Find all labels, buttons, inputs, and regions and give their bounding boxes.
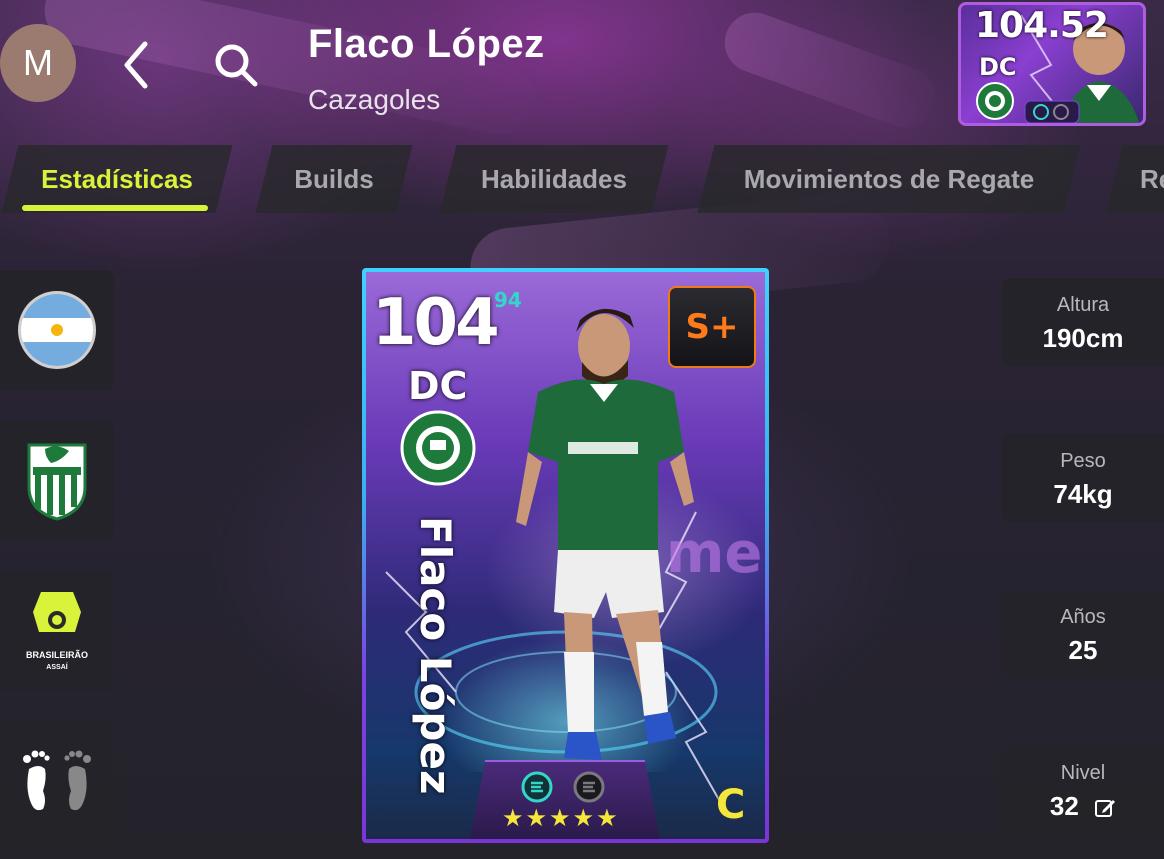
stat-age: Años 25 — [1002, 590, 1164, 678]
mini-card-rating: 104.52 — [975, 5, 1109, 46]
player-card[interactable]: me 104 94 DC Flaco López S+ ★★★★★ C — [362, 268, 769, 843]
grade-badge: S+ — [668, 286, 756, 368]
background-streak — [716, 4, 944, 136]
stat-level[interactable]: Nivel 32 — [1002, 746, 1164, 834]
card-position: DC — [408, 364, 468, 408]
stat-height: Altura 190cm — [1002, 278, 1164, 366]
league-sponsor-text: ASSAÍ — [46, 662, 68, 671]
stat-value: 25 — [1068, 635, 1098, 665]
tab-label: Re — [1140, 163, 1164, 194]
search-button[interactable] — [212, 38, 260, 92]
avatar-letter: M — [23, 42, 53, 83]
edit-icon[interactable] — [1094, 797, 1116, 819]
star-rating: ★★★★★ — [502, 805, 620, 832]
player-playstyle: Cazagoles — [308, 84, 441, 115]
skill-boost-icon — [521, 771, 553, 803]
tab-label: Estadísticas — [41, 163, 193, 194]
tab-habilidades[interactable]: Habilidades — [439, 145, 669, 213]
card-player-name: Flaco López — [411, 516, 460, 795]
grade-text: S+ — [685, 307, 739, 347]
tab-estadisticas[interactable]: Estadísticas — [1, 145, 233, 213]
footedness-icon — [23, 750, 91, 811]
tab-builds[interactable]: Builds — [255, 145, 413, 213]
league-tile[interactable]: BRASILEIRÃO ASSAÍ — [0, 571, 114, 691]
stat-label: Altura — [1056, 294, 1110, 316]
tab-more[interactable]: Re — [1105, 145, 1164, 213]
barra-club-crest-icon — [27, 443, 87, 521]
palmeiras-crest-icon — [400, 410, 476, 486]
stat-label: Años — [1060, 606, 1106, 628]
league-name-text: BRASILEIRÃO — [26, 650, 88, 660]
stat-value: 190cm — [1042, 323, 1124, 353]
search-icon — [215, 44, 258, 87]
palmeiras-crest-icon — [976, 82, 1014, 120]
argentina-flag-icon — [18, 291, 96, 369]
mini-player-card[interactable]: 104.52 DC — [958, 2, 1146, 126]
card-base-rating: 94 — [494, 288, 522, 312]
player-name: Flaco López — [308, 22, 545, 66]
tab-label: Builds — [294, 163, 374, 194]
brasileirao-league-icon: BRASILEIRÃO ASSAÍ — [26, 592, 88, 671]
stat-label: Nivel — [1060, 762, 1106, 784]
nationality-tile[interactable] — [0, 270, 114, 390]
stat-value: 32 — [1002, 791, 1164, 822]
skill-boost-inactive-icon — [573, 771, 605, 803]
level-value: 32 — [1049, 791, 1079, 821]
club-tile[interactable] — [0, 421, 114, 541]
chevron-left-icon — [124, 41, 148, 89]
stat-value: 74kg — [1053, 479, 1113, 509]
card-corner-letter: C — [716, 782, 746, 828]
tab-movimientos-de-regate[interactable]: Movimientos de Regate — [697, 145, 1081, 213]
stat-weight: Peso 74kg — [1002, 434, 1164, 522]
footedness-tile[interactable] — [0, 720, 114, 840]
stat-label: Peso — [1060, 450, 1106, 472]
mini-card-position: DC — [979, 53, 1017, 81]
tab-label: Habilidades — [481, 163, 627, 194]
active-tab-indicator — [22, 205, 208, 211]
tab-label: Movimientos de Regate — [743, 163, 1035, 194]
card-overall-rating: 104 — [372, 286, 500, 360]
user-avatar[interactable]: M — [0, 24, 76, 102]
back-button[interactable] — [112, 38, 160, 92]
